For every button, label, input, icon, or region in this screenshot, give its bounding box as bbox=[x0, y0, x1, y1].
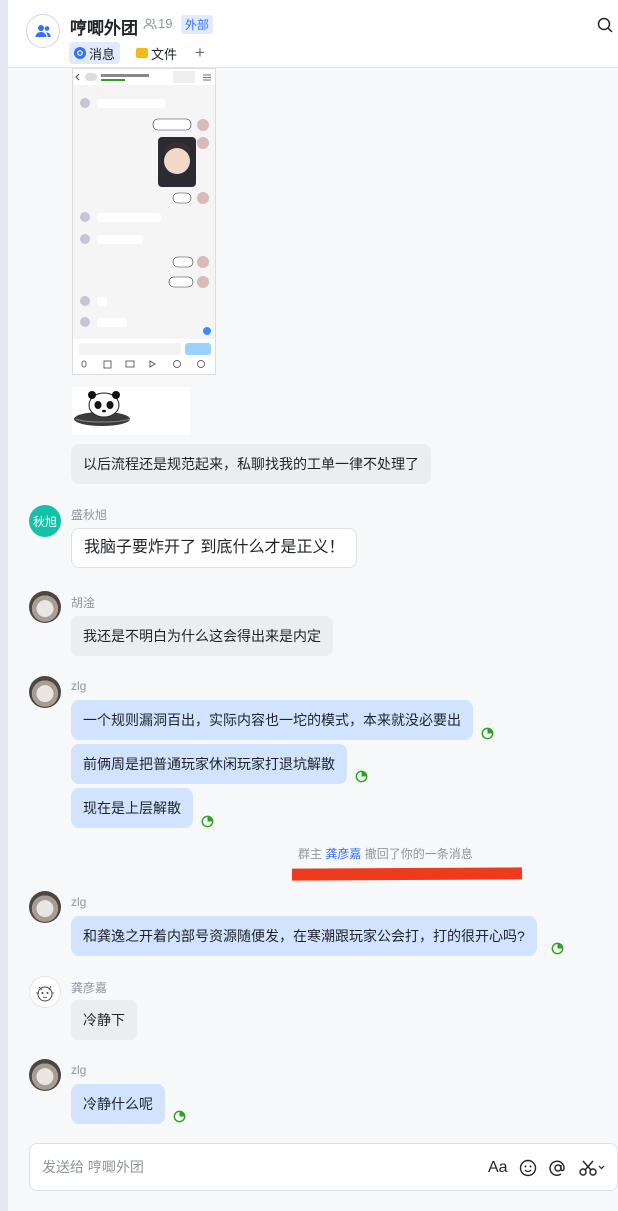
sketch-avatar-icon bbox=[36, 985, 54, 1002]
screenshot-content bbox=[73, 69, 215, 374]
add-tab-button[interactable]: + bbox=[190, 42, 210, 64]
message-bubble[interactable]: 以后流程还是规范起来，私聊找我的工单一律不处理了 bbox=[71, 444, 431, 484]
recall-prefix: 群主 bbox=[298, 847, 323, 861]
chat-header: 哼唧外团 19 外部 消息 文件 + bbox=[8, 0, 618, 68]
message-bubble[interactable]: 前俩周是把普通玩家休闲玩家打退坑解散 bbox=[71, 744, 347, 784]
text-format-button[interactable]: Aa bbox=[488, 1158, 508, 1178]
tab-messages-label: 消息 bbox=[89, 46, 116, 62]
sender-name[interactable]: zlg bbox=[71, 895, 86, 909]
recall-suffix: 撤回了你的一条消息 bbox=[364, 847, 473, 861]
mention-icon[interactable] bbox=[548, 1158, 568, 1178]
shared-screenshot-image[interactable] bbox=[72, 68, 216, 375]
member-count: 19 bbox=[158, 16, 173, 31]
folder-icon bbox=[136, 48, 148, 58]
read-status-icon[interactable] bbox=[481, 727, 494, 740]
message-bubble[interactable]: 冷静什么呢 bbox=[71, 1084, 165, 1124]
tab-messages[interactable]: 消息 bbox=[69, 42, 121, 64]
message-bubble[interactable]: 冷静下 bbox=[71, 1000, 137, 1040]
chat-title[interactable]: 哼唧外团 bbox=[70, 14, 138, 39]
message-composer: Aa bbox=[29, 1143, 618, 1191]
read-status-icon[interactable] bbox=[551, 942, 564, 955]
sender-name[interactable]: 盛秋旭 bbox=[71, 506, 107, 523]
message-input[interactable] bbox=[42, 1144, 472, 1190]
redaction-mark bbox=[291, 867, 523, 881]
tab-files[interactable]: 文件 bbox=[131, 42, 182, 64]
text-format-label: Aa bbox=[488, 1159, 508, 1176]
group-icon bbox=[35, 25, 51, 37]
sender-name[interactable]: zlg bbox=[71, 1063, 86, 1077]
avatar[interactable] bbox=[29, 976, 61, 1008]
search-icon[interactable] bbox=[596, 16, 614, 34]
recall-user-name[interactable]: 龚彦嘉 bbox=[325, 847, 361, 861]
avatar[interactable] bbox=[29, 591, 61, 623]
window-left-edge bbox=[0, 0, 8, 1211]
sticker-image[interactable] bbox=[72, 387, 190, 435]
external-badge: 外部 bbox=[181, 15, 214, 34]
emoji-icon[interactable] bbox=[518, 1158, 538, 1178]
message-bubble[interactable]: 现在是上层解散 bbox=[71, 788, 193, 828]
chat-bubble-icon bbox=[74, 47, 86, 59]
sender-name[interactable]: 龚彦嘉 bbox=[71, 979, 107, 996]
read-status-icon[interactable] bbox=[201, 815, 214, 828]
recall-notice: 群主 龚彦嘉 撤回了你的一条消息 bbox=[298, 845, 473, 862]
avatar[interactable] bbox=[29, 676, 61, 708]
read-status-icon[interactable] bbox=[355, 770, 368, 783]
sender-name[interactable]: zlg bbox=[71, 679, 86, 693]
group-avatar[interactable] bbox=[26, 14, 60, 48]
sender-name[interactable]: 胡淦 bbox=[71, 594, 95, 611]
message-bubble[interactable]: 和龚逸之开着内部号资源随便发，在寒潮跟玩家公会打，打的很开心吗? bbox=[71, 916, 537, 956]
avatar[interactable] bbox=[29, 891, 61, 923]
tab-files-label: 文件 bbox=[151, 46, 178, 62]
message-bubble[interactable]: 我脑子要炸开了 到底什么才是正义！ bbox=[71, 528, 358, 568]
screenshot-scissors-icon[interactable] bbox=[578, 1158, 606, 1178]
members-icon[interactable] bbox=[143, 17, 157, 31]
avatar[interactable] bbox=[29, 1059, 61, 1091]
message-bubble[interactable]: 一个规则漏洞百出，实际内容也一坨的模式，本来就没必要出 bbox=[71, 700, 473, 740]
read-status-icon[interactable] bbox=[173, 1110, 186, 1123]
avatar[interactable]: 秋旭 bbox=[29, 505, 61, 537]
message-bubble[interactable]: 我还是不明白为什么这会得出来是内定 bbox=[71, 616, 333, 656]
panda-sticker bbox=[74, 391, 131, 426]
